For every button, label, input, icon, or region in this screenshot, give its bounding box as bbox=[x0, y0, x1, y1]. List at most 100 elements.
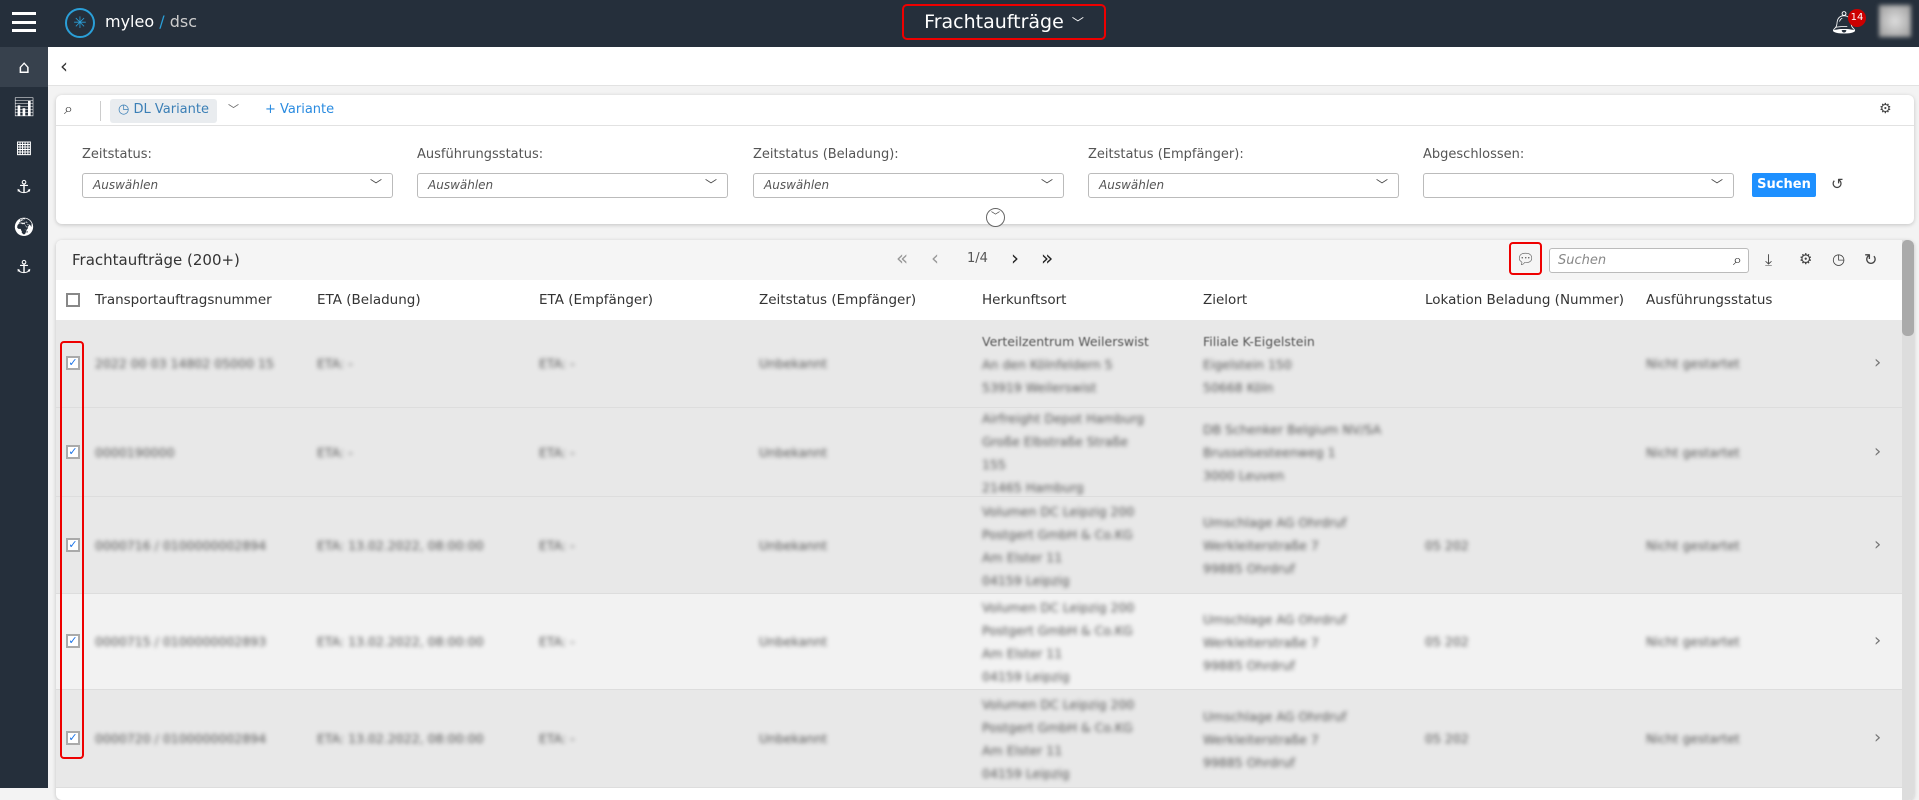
column-header[interactable]: Transportauftragsnummer bbox=[95, 292, 272, 308]
cell-ziel-line: Werkleiterstraße 7 bbox=[1203, 634, 1319, 650]
column-header[interactable]: ETA (Beladung) bbox=[317, 292, 421, 308]
cell-order-number: 0000720 / 0100000002894 bbox=[95, 731, 267, 746]
scrollbar[interactable] bbox=[1902, 240, 1914, 800]
column-header[interactable]: ETA (Empfänger) bbox=[539, 292, 653, 308]
filter-label: Ausführungsstatus: bbox=[417, 147, 544, 162]
chevron-down-icon: ﹀ bbox=[1040, 178, 1053, 192]
variant-chevron-icon[interactable]: ﹀ bbox=[228, 101, 239, 117]
table-row[interactable]: ✓ 0000716 / 0100000002894 ETA: 13.02.2022,… bbox=[56, 497, 1902, 594]
page-title-dropdown[interactable]: Frachtaufträge ﹀ bbox=[902, 4, 1106, 40]
search-icon[interactable]: ⌕ bbox=[64, 99, 73, 119]
cell-herkunft-line: 53919 Weilerswist bbox=[982, 379, 1097, 395]
cell-status: Nicht gestartet bbox=[1646, 634, 1740, 649]
cell-herkunft-line: Postgert GmbH & Co.KG bbox=[982, 720, 1133, 735]
chevron-right-icon[interactable]: › bbox=[1874, 727, 1881, 748]
reset-icon[interactable]: ↺ bbox=[1831, 175, 1844, 193]
cell-herkunft-line: 21465 Hamburg bbox=[982, 479, 1084, 495]
column-header[interactable]: Zielort bbox=[1203, 292, 1247, 308]
dashboard-icon[interactable]: ▦ bbox=[0, 127, 48, 167]
home-icon[interactable]: ⌂ bbox=[0, 47, 48, 87]
chevron-right-icon[interactable]: › bbox=[1874, 441, 1881, 462]
cell-ziel-line: Umschlage AG Ohrdruf bbox=[1203, 515, 1347, 530]
table-panel: Frachtaufträge (200+) « ‹ 1/4 › » 💬︎ Suc… bbox=[56, 240, 1914, 800]
table-title: Frachtaufträge (200+) bbox=[72, 251, 240, 269]
zeitstatus-empfaenger-select[interactable]: Auswählen ﹀ bbox=[1088, 173, 1399, 198]
filter-label: Abgeschlossen: bbox=[1423, 147, 1525, 162]
history-icon[interactable]: ◷ bbox=[1832, 250, 1845, 268]
cell-zeitstatus: Unbekannt bbox=[759, 634, 828, 649]
expand-filters-icon[interactable]: ﹀ bbox=[986, 208, 1005, 227]
selected-rows-highlight bbox=[60, 341, 84, 759]
cell-order-number: 2022 00 03 14802 05000 15 bbox=[95, 356, 274, 371]
zeitstatus-select[interactable]: Auswählen ﹀ bbox=[82, 173, 393, 198]
add-variant-link[interactable]: + Variante bbox=[265, 102, 334, 117]
select-all-checkbox[interactable] bbox=[66, 293, 80, 307]
abgeschlossen-select[interactable]: ﹀ bbox=[1423, 173, 1734, 198]
settings-icon[interactable]: ⚙ bbox=[1799, 250, 1812, 268]
cell-herkunft-line: 04159 Leipzig bbox=[982, 669, 1070, 684]
anchor-icon[interactable]: ⚓︎ bbox=[0, 247, 48, 287]
download-icon[interactable]: ⤓ bbox=[1765, 250, 1772, 270]
table-row[interactable]: ✓ 0000715 / 0100000002893 ETA: 13.02.2022,… bbox=[56, 594, 1902, 690]
cell-herkunft-line: Am Elster 11 bbox=[982, 549, 1063, 565]
column-header[interactable]: Zeitstatus (Empfänger) bbox=[759, 292, 916, 308]
chevron-right-icon[interactable]: › bbox=[1874, 630, 1881, 651]
cell-order-number: 0000715 / 0100000002893 bbox=[95, 634, 267, 649]
brand-name: myleo bbox=[105, 12, 155, 31]
comment-button[interactable]: 💬︎ bbox=[1509, 242, 1542, 275]
refresh-icon[interactable]: ↻ bbox=[1864, 250, 1877, 269]
chart-icon[interactable]: 📊︎ bbox=[0, 87, 48, 127]
cell-herkunft-line: An den Kölnfeldern 5 bbox=[982, 356, 1113, 372]
variant-chip[interactable]: ◷ DL Variante bbox=[110, 99, 217, 123]
cell-eta-empfaenger: ETA: - bbox=[539, 634, 575, 649]
globe-icon[interactable]: 🌍︎ bbox=[0, 207, 48, 247]
back-icon[interactable]: ‹ bbox=[60, 54, 68, 78]
placeholder: Auswählen bbox=[93, 178, 159, 192]
cell-herkunft-line: 155 bbox=[982, 456, 1006, 472]
cell-herkunft-line: Volumen DC Leipzig 200 bbox=[982, 697, 1135, 712]
table-row[interactable]: ✓ 0000720 / 0100000002894 ETA: 13.02.2022,… bbox=[56, 690, 1902, 788]
page-title: Frachtaufträge bbox=[924, 11, 1064, 33]
chevron-down-icon: ﹀ bbox=[1375, 178, 1388, 192]
settings-icon[interactable]: ⚙ bbox=[1879, 101, 1892, 117]
search-button[interactable]: Suchen bbox=[1752, 173, 1816, 197]
cell-zeitstatus: Unbekannt bbox=[759, 731, 828, 746]
chevron-down-icon: ﹀ bbox=[369, 178, 382, 192]
avatar[interactable] bbox=[1879, 5, 1911, 37]
table-row[interactable]: ✓ 2022 00 03 14802 05000 15 ETA: - ETA: - Un… bbox=[56, 320, 1902, 408]
menu-icon[interactable] bbox=[12, 12, 36, 32]
column-header[interactable]: Herkunftsort bbox=[982, 292, 1066, 308]
comment-icon: 💬︎ bbox=[1515, 249, 1536, 268]
cell-eta-beladung: ETA: - bbox=[317, 356, 353, 371]
next-page-icon[interactable]: › bbox=[1011, 246, 1019, 270]
column-header[interactable]: Lokation Beladung (Nummer) bbox=[1425, 292, 1624, 308]
cell-herkunft-line: Volumen DC Leipzig 200 bbox=[982, 503, 1135, 519]
cell-eta-beladung: ETA: 13.02.2022, 08:00:00 bbox=[317, 634, 484, 649]
cell-ziel-line: Brusselsesteenweg 1 bbox=[1203, 445, 1336, 460]
scrollbar-thumb[interactable] bbox=[1902, 240, 1914, 336]
column-header[interactable]: Ausführungsstatus bbox=[1646, 292, 1772, 308]
brand-suffix: dsc bbox=[169, 12, 197, 31]
prev-page-icon[interactable]: ‹ bbox=[931, 246, 939, 270]
cell-status: Nicht gestartet bbox=[1646, 444, 1740, 460]
brand: myleo / dsc bbox=[105, 12, 197, 31]
last-page-icon[interactable]: » bbox=[1041, 246, 1053, 270]
zeitstatus-beladung-select[interactable]: Auswählen ﹀ bbox=[753, 173, 1064, 198]
chevron-down-icon: ﹀ bbox=[704, 178, 717, 192]
logo-icon: ✳ bbox=[65, 8, 95, 38]
cell-zeitstatus: Unbekannt bbox=[759, 444, 828, 460]
cell-ziel-line: 99885 Ohrdruf bbox=[1203, 657, 1295, 673]
cell-ziel-line: 99885 Ohrdruf bbox=[1203, 754, 1295, 770]
table-row[interactable]: ✓ 0000190000 ETA: - ETA: - Unbekannt Nicht ge… bbox=[56, 408, 1902, 497]
table-search-input[interactable]: Suchen ⌕ bbox=[1549, 248, 1749, 273]
placeholder: Auswählen bbox=[764, 178, 830, 192]
chevron-right-icon[interactable]: › bbox=[1874, 534, 1881, 555]
cell-ziel-line: Werkleiterstraße 7 bbox=[1203, 538, 1319, 553]
ausfuehrungsstatus-select[interactable]: Auswählen ﹀ bbox=[417, 173, 728, 198]
anchor-icon[interactable]: ⚓︎ bbox=[0, 167, 48, 207]
cell-ziel-line: 99885 Ohrdruf bbox=[1203, 561, 1295, 576]
first-page-icon[interactable]: « bbox=[896, 246, 908, 270]
page-indicator: 1/4 bbox=[967, 251, 988, 266]
placeholder: Auswählen bbox=[428, 178, 494, 192]
chevron-right-icon[interactable]: › bbox=[1874, 352, 1881, 373]
